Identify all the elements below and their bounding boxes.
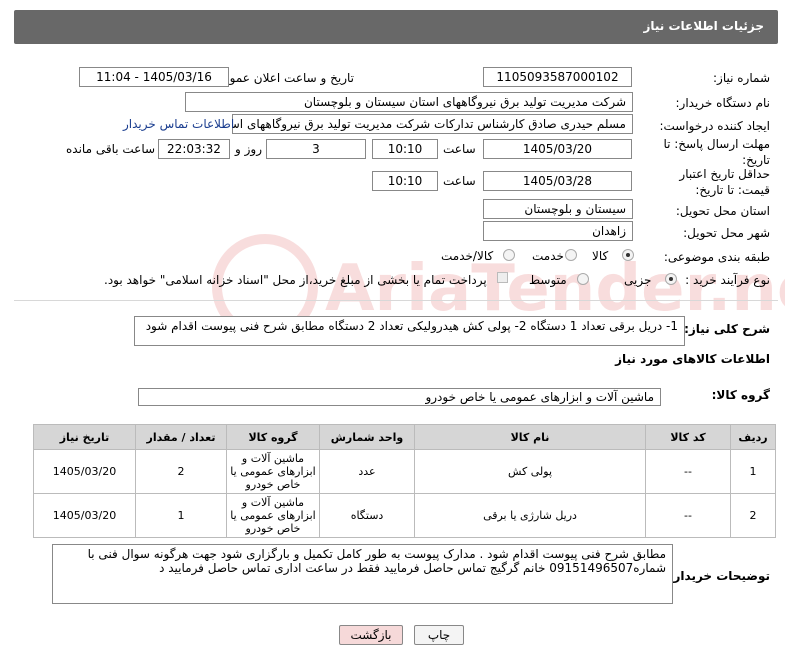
category-option-goods-service: کالا/خدمت <box>441 249 494 263</box>
treasury-payment-note: پرداخت تمام یا بخشی از مبلغ خرید،از محل … <box>104 273 487 287</box>
validity-label: حداقل تاریخ اعتبار قیمت: تا تاریخ: <box>679 167 770 197</box>
validity-time-word: ساعت <box>443 174 476 188</box>
goods-group-field[interactable]: ماشین آلات و ابزارهای عمومی یا خاص خودرو <box>138 388 661 406</box>
table-row[interactable]: 1 -- پولی کش عدد ماشین آلات و ابزارهای ع… <box>33 449 776 494</box>
row-code: -- <box>645 493 731 538</box>
validity-date-field[interactable]: 1405/03/28 <box>483 171 632 191</box>
province-label: استان محل تحویل: <box>675 204 770 218</box>
buyer-notes-field[interactable]: مطابق شرح فنی پیوست اقدام شود . مدارک پی… <box>52 544 673 604</box>
description-label: شرح کلی نیاز: <box>684 322 770 336</box>
category-option-service: خدمت <box>532 249 564 263</box>
purchase-type-label: نوع فرآیند خرید : <box>685 273 770 287</box>
treasury-payment-checkbox[interactable] <box>497 272 508 283</box>
buyer-org-field[interactable]: شرکت مدیریت تولید برق نیروگاههای استان س… <box>185 92 633 112</box>
purchase-radio-minor[interactable] <box>665 273 677 285</box>
row-name: پولی کش <box>414 449 646 494</box>
row-group: ماشین آلات و ابزارهای عمومی یا خاص خودرو <box>226 449 320 494</box>
col-row: ردیف <box>730 424 776 450</box>
goods-table: ردیف کد کالا نام کالا واحد شمارش گروه کا… <box>33 424 776 538</box>
days-and-label: روز و <box>235 142 262 156</box>
page-header: جزئیات اطلاعات نیاز <box>14 10 778 44</box>
buyer-contact-link[interactable]: اطلاعات تماس خریدار <box>123 117 234 131</box>
col-date: تاریخ نیاز <box>33 424 136 450</box>
table-row[interactable]: 2 -- دریل شارژی یا برقی دستگاه ماشین آلا… <box>33 493 776 538</box>
city-field[interactable]: زاهدان <box>483 221 633 241</box>
creator-label: ایجاد کننده درخواست: <box>659 119 770 133</box>
category-radio-goods-service[interactable] <box>503 249 515 261</box>
days-field[interactable]: 3 <box>266 139 366 159</box>
goods-info-title: اطلاعات کالاهای مورد نیاز <box>615 352 770 366</box>
need-details-page: AriaTender.net جزئیات اطلاعات نیاز شماره… <box>0 0 788 662</box>
need-number-field[interactable]: 1105093587000102 <box>483 67 632 87</box>
goods-group-label: گروه کالا: <box>711 388 770 402</box>
province-field[interactable]: سیستان و بلوچستان <box>483 199 633 219</box>
col-unit: واحد شمارش <box>319 424 415 450</box>
send-time-word: ساعت <box>443 142 476 156</box>
buyer-org-label: نام دستگاه خریدار: <box>675 96 771 110</box>
category-option-goods: کالا <box>592 249 609 263</box>
row-unit: دستگاه <box>319 493 415 538</box>
col-qty: تعداد / مقدار <box>135 424 227 450</box>
send-deadline-label: مهلت ارسال پاسخ: تا تاریخ: <box>663 137 770 167</box>
category-label: طبقه بندی موضوعی: <box>663 250 770 264</box>
category-radio-goods[interactable] <box>622 249 634 261</box>
creator-field[interactable]: مسلم حیدری صادق کارشناس تدارکات شرکت مدی… <box>232 114 633 134</box>
announce-date-label: تاریخ و ساعت اعلان عمومی: <box>209 71 354 85</box>
row-number: 2 <box>730 493 776 538</box>
category-radio-service[interactable] <box>565 249 577 261</box>
page-title: جزئیات اطلاعات نیاز <box>643 19 764 33</box>
announce-date-field[interactable]: 1405/03/16 - 11:04 <box>79 67 229 87</box>
section-divider <box>14 300 778 301</box>
remaining-time-label: ساعت باقی مانده <box>66 142 156 156</box>
description-field[interactable]: 1- دریل برقی تعداد 1 دستگاه 2- پولی کش ه… <box>134 316 685 346</box>
purchase-option-minor: جزیی <box>624 273 652 287</box>
print-button[interactable]: چاپ <box>414 625 464 645</box>
need-number-label: شماره نیاز: <box>713 71 770 85</box>
row-code: -- <box>645 449 731 494</box>
col-group: گروه کالا <box>226 424 320 450</box>
validity-time-field[interactable]: 10:10 <box>372 171 438 191</box>
row-qty: 2 <box>135 449 227 494</box>
remaining-time-field[interactable]: 22:03:32 <box>158 139 230 159</box>
row-name: دریل شارژی یا برقی <box>414 493 646 538</box>
row-qty: 1 <box>135 493 227 538</box>
row-group: ماشین آلات و ابزارهای عمومی یا خاص خودرو <box>226 493 320 538</box>
purchase-option-medium: متوسط <box>529 273 567 287</box>
col-name: نام کالا <box>414 424 646 450</box>
send-date-field[interactable]: 1405/03/20 <box>483 139 632 159</box>
back-button[interactable]: بازگشت <box>339 625 403 645</box>
buyer-notes-label: توضیحات خریدار: <box>668 569 770 583</box>
row-number: 1 <box>730 449 776 494</box>
table-header-row: ردیف کد کالا نام کالا واحد شمارش گروه کا… <box>33 424 776 450</box>
row-unit: عدد <box>319 449 415 494</box>
purchase-radio-medium[interactable] <box>577 273 589 285</box>
send-time-field[interactable]: 10:10 <box>372 139 438 159</box>
row-date: 1405/03/20 <box>33 493 136 538</box>
col-code: کد کالا <box>645 424 731 450</box>
row-date: 1405/03/20 <box>33 449 136 494</box>
city-label: شهر محل تحویل: <box>683 226 770 240</box>
